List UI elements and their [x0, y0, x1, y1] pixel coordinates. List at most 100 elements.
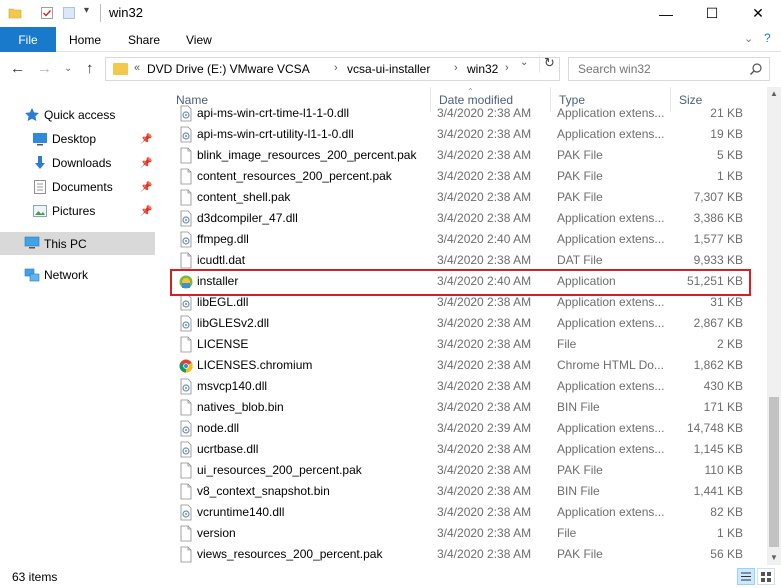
- address-dropdown-icon[interactable]: ⌄: [520, 57, 528, 68]
- sidebar-item-downloads[interactable]: Downloads 📌: [0, 152, 155, 174]
- file-list: Name Date modified Type Size ⌃ api-ms-wi…: [167, 87, 767, 565]
- sidebar-item-label: Pictures: [52, 204, 96, 218]
- chevron-right-icon[interactable]: ›: [454, 62, 458, 74]
- file-icon: [180, 189, 192, 206]
- expand-ribbon-icon[interactable]: ⌄: [744, 32, 753, 45]
- minimize-button[interactable]: —: [643, 0, 689, 27]
- file-row[interactable]: api-ms-win-crt-utility-l1-1-0.dll 3/4/202…: [167, 124, 767, 145]
- breadcrumb-dvd-drive[interactable]: DVD Drive (E:) VMware VCSA: [147, 62, 310, 76]
- file-type: Application extens...: [557, 379, 665, 393]
- up-button[interactable]: ↑: [86, 60, 94, 77]
- file-size: 56 KB: [710, 547, 743, 561]
- customize-quick-access-icon[interactable]: ▾: [84, 5, 89, 16]
- file-date-modified: 3/4/2020 2:38 AM: [437, 358, 532, 372]
- search-box[interactable]: [568, 57, 770, 81]
- file-row[interactable]: LICENSE 3/4/2020 2:38 AM File 2 KB: [167, 334, 767, 355]
- file-name: api-ms-win-crt-utility-l1-1-0.dll: [197, 127, 354, 141]
- maximize-button[interactable]: ☐: [689, 0, 735, 27]
- tab-share[interactable]: Share: [128, 27, 160, 52]
- back-button[interactable]: ←: [10, 60, 25, 77]
- file-type: Application extens...: [557, 442, 665, 456]
- file-row[interactable]: libGLESv2.dll 3/4/2020 2:38 AM Application…: [167, 313, 767, 334]
- file-row[interactable]: content_resources_200_percent.pak 3/4/202…: [167, 166, 767, 187]
- file-row[interactable]: content_shell.pak 3/4/2020 2:38 AM PAK Fil…: [167, 187, 767, 208]
- file-size: 5 KB: [716, 148, 743, 162]
- new-folder-icon[interactable]: [62, 6, 76, 20]
- close-button[interactable]: ✕: [735, 0, 781, 27]
- star-icon: [25, 108, 39, 121]
- file-row[interactable]: v8_context_snapshot.bin 3/4/2020 2:38 AM B…: [167, 481, 767, 502]
- file-row[interactable]: blink_image_resources_200_percent.pak 3/4…: [167, 145, 767, 166]
- scrollbar-thumb[interactable]: [769, 397, 779, 547]
- file-type: BIN File: [557, 484, 600, 498]
- file-date-modified: 3/4/2020 2:38 AM: [437, 253, 532, 267]
- file-type: PAK File: [557, 148, 603, 162]
- sidebar-item-documents[interactable]: Documents 📌: [0, 176, 155, 198]
- address-row: ← → ⌄ ↑ « DVD Drive (E:) VMware VCSA › v…: [0, 52, 781, 87]
- sidebar-item-label: Downloads: [52, 156, 112, 170]
- help-icon[interactable]: ?: [764, 31, 771, 45]
- file-type: Application extens...: [557, 211, 665, 225]
- file-name: d3dcompiler_47.dll: [197, 211, 298, 225]
- search-input[interactable]: [578, 62, 738, 76]
- file-row[interactable]: vcruntime140.dll 3/4/2020 2:38 AM Applicat…: [167, 502, 767, 523]
- address-bar[interactable]: « DVD Drive (E:) VMware VCSA › vcsa-ui-i…: [105, 57, 560, 81]
- file-type: Application extens...: [557, 316, 665, 330]
- file-row[interactable]: version 3/4/2020 2:38 AM File 1 KB: [167, 523, 767, 544]
- file-icon: [180, 399, 192, 416]
- file-row[interactable]: ucrtbase.dll 3/4/2020 2:38 AM Application …: [167, 439, 767, 460]
- file-row[interactable]: LICENSES.chromium 3/4/2020 2:38 AM Chrome …: [167, 355, 767, 376]
- large-icons-view-icon: [761, 572, 771, 582]
- file-icon: [180, 336, 192, 353]
- file-date-modified: 3/4/2020 2:39 AM: [437, 421, 532, 435]
- pin-icon: 📌: [140, 133, 153, 145]
- file-date-modified: 3/4/2020 2:38 AM: [437, 505, 532, 519]
- search-icon[interactable]: [749, 62, 763, 76]
- file-name: ucrtbase.dll: [197, 442, 259, 456]
- scroll-up-icon[interactable]: ▲: [767, 87, 781, 101]
- file-row[interactable]: views_resources_200_percent.pak 3/4/2020 …: [167, 544, 767, 565]
- scroll-down-icon[interactable]: ▼: [767, 551, 781, 565]
- tab-view[interactable]: View: [186, 27, 212, 52]
- tab-file[interactable]: File: [0, 27, 56, 52]
- sidebar-item-pictures[interactable]: Pictures 📌: [0, 200, 155, 222]
- file-size: 1 KB: [716, 526, 743, 540]
- chevron-right-icon[interactable]: ›: [334, 62, 338, 74]
- vertical-scrollbar[interactable]: ▲ ▼: [767, 87, 781, 565]
- large-icons-view-button[interactable]: [757, 568, 775, 585]
- file-icon: [180, 462, 192, 479]
- dll-file-icon: [180, 420, 192, 437]
- file-row[interactable]: natives_blob.bin 3/4/2020 2:38 AM BIN File…: [167, 397, 767, 418]
- file-row[interactable]: api-ms-win-crt-time-l1-1-0.dll 3/4/2020 2…: [167, 103, 767, 124]
- file-row[interactable]: icudtl.dat 3/4/2020 2:38 AM DAT File 9,933 …: [167, 250, 767, 271]
- file-row[interactable]: ffmpeg.dll 3/4/2020 2:40 AM Application ex…: [167, 229, 767, 250]
- file-row[interactable]: node.dll 3/4/2020 2:39 AM Application exte…: [167, 418, 767, 439]
- file-date-modified: 3/4/2020 2:40 AM: [437, 232, 532, 246]
- file-name: v8_context_snapshot.bin: [197, 484, 330, 498]
- file-name: version: [197, 526, 236, 540]
- forward-button[interactable]: →: [37, 60, 52, 77]
- details-view-button[interactable]: [737, 568, 755, 585]
- title-separator: [100, 4, 101, 22]
- breadcrumb-vcsa-ui-installer[interactable]: vcsa-ui-installer: [347, 62, 430, 76]
- dll-file-icon: [180, 126, 192, 143]
- navigation-pane-scrollbar[interactable]: [157, 87, 167, 565]
- file-date-modified: 3/4/2020 2:38 AM: [437, 127, 532, 141]
- file-type: Application extens...: [557, 127, 665, 141]
- recent-locations-button[interactable]: ⌄: [64, 63, 72, 74]
- file-row[interactable]: msvcp140.dll 3/4/2020 2:38 AM Application …: [167, 376, 767, 397]
- file-row[interactable]: d3dcompiler_47.dll 3/4/2020 2:38 AM Applic…: [167, 208, 767, 229]
- refresh-button[interactable]: ↻: [539, 55, 559, 73]
- tab-home[interactable]: Home: [69, 27, 101, 52]
- chevron-right-icon[interactable]: ›: [505, 62, 509, 74]
- sidebar-item-desktop[interactable]: Desktop 📌: [0, 128, 155, 150]
- sidebar-item-network[interactable]: Network: [0, 264, 155, 286]
- dll-file-icon: [180, 504, 192, 521]
- file-row[interactable]: ui_resources_200_percent.pak 3/4/2020 2:3…: [167, 460, 767, 481]
- sidebar-item-quick-access[interactable]: Quick access: [0, 104, 155, 126]
- address-overflow-icon[interactable]: «: [134, 62, 140, 74]
- sidebar-item-this-pc[interactable]: This PC: [0, 232, 155, 255]
- properties-icon[interactable]: [40, 6, 54, 20]
- file-date-modified: 3/4/2020 2:38 AM: [437, 190, 532, 204]
- breadcrumb-win32[interactable]: win32: [467, 62, 498, 76]
